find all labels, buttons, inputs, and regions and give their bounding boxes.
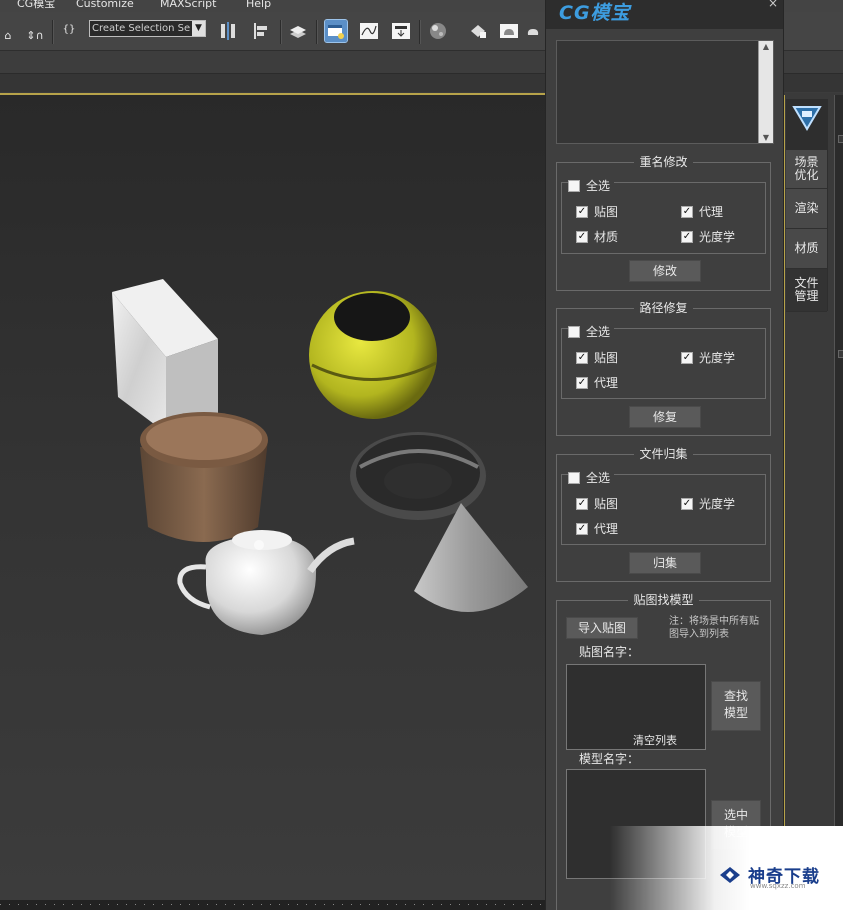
- teapot-render-icon[interactable]: [525, 20, 541, 42]
- dark-torus[interactable]: [350, 432, 486, 520]
- snap-toggle-icon[interactable]: ⌂: [0, 24, 16, 46]
- chevron-down-icon[interactable]: ▼: [192, 21, 205, 36]
- checkmark-icon: ✓: [576, 522, 588, 535]
- collect-title: 文件归集: [634, 447, 693, 461]
- perspective-viewport[interactable]: [0, 93, 548, 900]
- checkmark-icon: ✓: [681, 205, 693, 218]
- download-logo-icon: [720, 866, 740, 883]
- path-fix-button[interactable]: 修复: [629, 406, 701, 428]
- import-texture-button[interactable]: 导入贴图: [566, 617, 638, 639]
- tab-scene-optimize[interactable]: 场景优化: [786, 150, 827, 189]
- path-fix-select-all[interactable]: 全选: [568, 323, 615, 340]
- command-panel-scroll[interactable]: [834, 95, 843, 900]
- texture-name-list[interactable]: 清空列表: [566, 664, 706, 750]
- collect-select-all[interactable]: 全选: [568, 469, 615, 486]
- rename-select-all[interactable]: 全选: [568, 177, 615, 194]
- watermark-logo: 神奇下载 www.sqxzz.com: [718, 862, 820, 890]
- scroll-up-icon[interactable]: ▲: [759, 42, 773, 51]
- curve-editor-icon[interactable]: [358, 20, 380, 42]
- path-fix-proxy-checkbox[interactable]: ✓ 代理: [576, 374, 618, 391]
- rename-group: 重名修改 全选 ✓ 贴图 ✓ 代理 ✓ 材质 ✓ 光度学 修改: [556, 155, 771, 291]
- plugin-title-bar[interactable]: CG模宝 ×: [546, 0, 783, 29]
- tab-material[interactable]: 材质: [786, 229, 827, 269]
- tab-file-management[interactable]: 文件管理: [786, 269, 827, 312]
- scene-explorer-icon[interactable]: [324, 19, 348, 43]
- collect-button[interactable]: 归集: [629, 552, 701, 574]
- path-fix-group: 路径修复 全选 ✓ 贴图 ✓ 光度学 ✓ 代理 修复: [556, 301, 771, 436]
- checkmark-icon: ✓: [681, 351, 693, 364]
- path-fix-photometric-checkbox[interactable]: ✓ 光度学: [681, 349, 735, 366]
- plugin-title: CG模宝: [559, 2, 631, 24]
- checkmark-icon: ✓: [681, 497, 693, 510]
- rename-modify-button[interactable]: 修改: [629, 260, 701, 282]
- log-list[interactable]: ▲ ▼: [556, 40, 774, 144]
- find-model-button[interactable]: 查找模型: [711, 681, 761, 731]
- checkmark-icon: ✓: [576, 351, 588, 364]
- selection-set-text: Create Selection Se: [92, 23, 191, 34]
- wood-cylinder[interactable]: [140, 412, 268, 542]
- checkmark-icon: ✓: [576, 497, 588, 510]
- rename-title: 重名修改: [634, 155, 693, 169]
- collect-texture-checkbox[interactable]: ✓ 贴图: [576, 495, 618, 512]
- texture-name-label: 贴图名字：: [579, 645, 640, 659]
- schematic-view-icon[interactable]: [390, 20, 412, 42]
- cg-plugin-window: CG模宝 × ▲ ▼ 重名修改 全选 ✓ 贴图 ✓ 代理 ✓ 材质 ✓ 光度学 修改 路…: [545, 0, 784, 910]
- yellow-sphere[interactable]: [309, 291, 437, 419]
- material-editor-icon[interactable]: [427, 20, 449, 42]
- model-name-label: 模型名字：: [579, 752, 640, 766]
- menu-cg[interactable]: CG模宝: [17, 0, 55, 9]
- rename-photometric-checkbox[interactable]: ✓ 光度学: [681, 228, 735, 245]
- selection-set-dropdown[interactable]: Create Selection Se ▼: [89, 20, 206, 37]
- checkbox-icon: [568, 471, 580, 484]
- checkbox-icon: [568, 179, 580, 192]
- cg-logo-icon: [792, 103, 822, 133]
- checkmark-icon: ✓: [576, 230, 588, 243]
- layer-manager-icon[interactable]: [287, 20, 309, 42]
- collect-options: 全选 ✓ 贴图 ✓ 光度学 ✓ 代理: [561, 469, 766, 545]
- rename-proxy-checkbox[interactable]: ✓ 代理: [681, 203, 723, 220]
- checkbox-icon: [568, 325, 580, 338]
- checkmark-icon: ✓: [576, 205, 588, 218]
- collect-photometric-checkbox[interactable]: ✓ 光度学: [681, 495, 735, 512]
- find-model-title: 贴图找模型: [628, 593, 699, 607]
- rename-material-checkbox[interactable]: ✓ 材质: [576, 228, 618, 245]
- path-fix-texture-checkbox[interactable]: ✓ 贴图: [576, 349, 618, 366]
- tab-render[interactable]: 渲染: [786, 189, 827, 229]
- close-icon[interactable]: ×: [768, 0, 778, 10]
- render-frame-icon[interactable]: [498, 20, 520, 42]
- import-note: 注：将场景中所有贴图导入到列表: [669, 616, 759, 640]
- white-teapot[interactable]: [177, 530, 355, 635]
- mirror-icon[interactable]: [218, 20, 240, 42]
- align-icon[interactable]: [251, 20, 273, 42]
- scene-objects: [112, 279, 528, 635]
- rename-options: 全选 ✓ 贴图 ✓ 代理 ✓ 材质 ✓ 光度学: [561, 177, 766, 254]
- menu-help[interactable]: Help: [246, 0, 271, 9]
- clear-list-button[interactable]: 清空列表: [633, 732, 677, 748]
- render-setup-icon[interactable]: [467, 20, 489, 42]
- list-scrollbar[interactable]: ▲ ▼: [758, 41, 773, 143]
- rename-texture-checkbox[interactable]: ✓ 贴图: [576, 203, 618, 220]
- grey-cone[interactable]: [414, 503, 528, 613]
- collect-group: 文件归集 全选 ✓ 贴图 ✓ 光度学 ✓ 代理 归集: [556, 447, 771, 582]
- checkmark-icon: ✓: [681, 230, 693, 243]
- menu-maxscript[interactable]: MAXScript: [160, 0, 216, 9]
- edit-named-selection-icon[interactable]: {}: [58, 18, 80, 40]
- spinner-snap-icon[interactable]: ⇕∩: [22, 24, 48, 46]
- checkmark-icon: ✓: [576, 376, 588, 389]
- scroll-down-icon[interactable]: ▼: [759, 133, 773, 142]
- watermark-url: www.sqxzz.com: [750, 882, 806, 890]
- menu-customize[interactable]: Customize: [76, 0, 134, 9]
- path-fix-title: 路径修复: [634, 301, 693, 315]
- marble-box[interactable]: [112, 279, 218, 433]
- collect-proxy-checkbox[interactable]: ✓ 代理: [576, 520, 618, 537]
- path-fix-options: 全选 ✓ 贴图 ✓ 光度学 ✓ 代理: [561, 323, 766, 399]
